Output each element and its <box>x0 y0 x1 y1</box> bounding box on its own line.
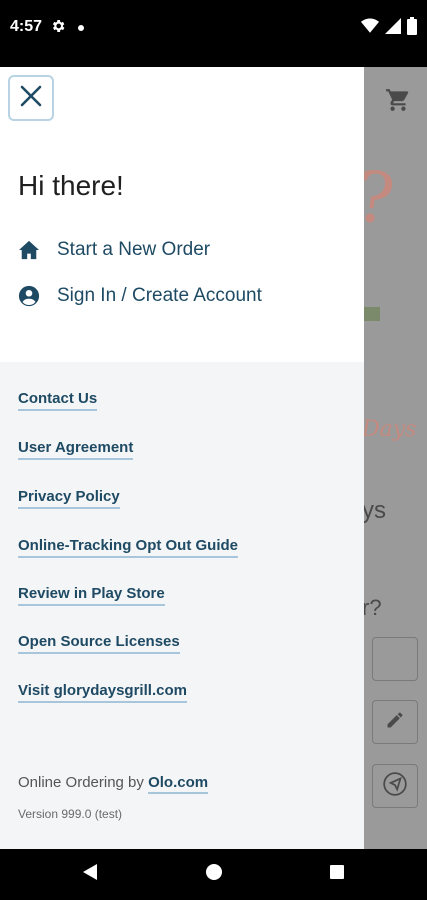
close-icon <box>19 84 43 113</box>
home-circle-icon <box>205 863 223 886</box>
pencil-icon <box>385 710 405 735</box>
cart-icon <box>385 87 411 118</box>
navigation-arrow-icon <box>382 771 408 802</box>
battery-icon <box>407 17 417 40</box>
back-button[interactable] <box>60 849 120 900</box>
version-text: Version 999.0 (test) <box>18 807 123 821</box>
recents-button[interactable] <box>307 849 367 900</box>
close-drawer-button[interactable] <box>8 75 54 121</box>
contact-us-link[interactable]: Contact Us <box>18 390 98 411</box>
settings-gear-icon <box>50 18 66 39</box>
wifi-icon <box>361 18 379 39</box>
background-select <box>372 637 418 681</box>
status-bar: 4:57 <box>0 0 427 67</box>
open-source-licenses-link[interactable]: Open Source Licenses <box>18 633 180 654</box>
opt-out-guide-link[interactable]: Online-Tracking Opt Out Guide <box>18 537 239 558</box>
sign-in-item[interactable]: Sign In / Create Account <box>18 282 262 310</box>
system-navigation-bar <box>0 849 427 900</box>
background-logo-text: Days <box>362 417 417 442</box>
background-question-text: r? <box>362 595 382 620</box>
status-time: 4:57 <box>10 18 43 35</box>
drawer-header: Hi there! Start a New Order Sign In / Cr… <box>0 67 364 362</box>
review-play-store-link[interactable]: Review in Play Store <box>18 585 165 606</box>
home-button[interactable] <box>184 849 244 900</box>
sign-in-label: Sign In / Create Account <box>57 285 262 306</box>
recents-square-icon <box>329 864 345 885</box>
background-location-field <box>372 764 418 808</box>
cell-signal-icon <box>385 18 401 39</box>
olo-link[interactable]: Olo.com <box>148 774 209 794</box>
user-agreement-link[interactable]: User Agreement <box>18 439 134 460</box>
back-triangle-icon <box>81 863 99 886</box>
greeting-title: Hi there! <box>18 170 124 201</box>
navigation-drawer: Hi there! Start a New Order Sign In / Cr… <box>0 67 364 849</box>
start-new-order-label: Start a New Order <box>57 239 211 260</box>
privacy-policy-link[interactable]: Privacy Policy <box>18 488 120 509</box>
background-edit-field <box>372 700 418 744</box>
background-heading-text: ys <box>362 497 386 524</box>
start-new-order-item[interactable]: Start a New Order <box>18 236 210 264</box>
footer-prefix: Online Ordering by <box>18 774 149 791</box>
home-icon <box>18 239 40 261</box>
notification-dot-icon <box>78 25 84 31</box>
account-circle-icon <box>18 285 40 307</box>
visit-website-link[interactable]: Visit glorydaysgrill.com <box>18 682 187 703</box>
online-ordering-footer: Online Ordering by Olo.com <box>18 774 209 794</box>
